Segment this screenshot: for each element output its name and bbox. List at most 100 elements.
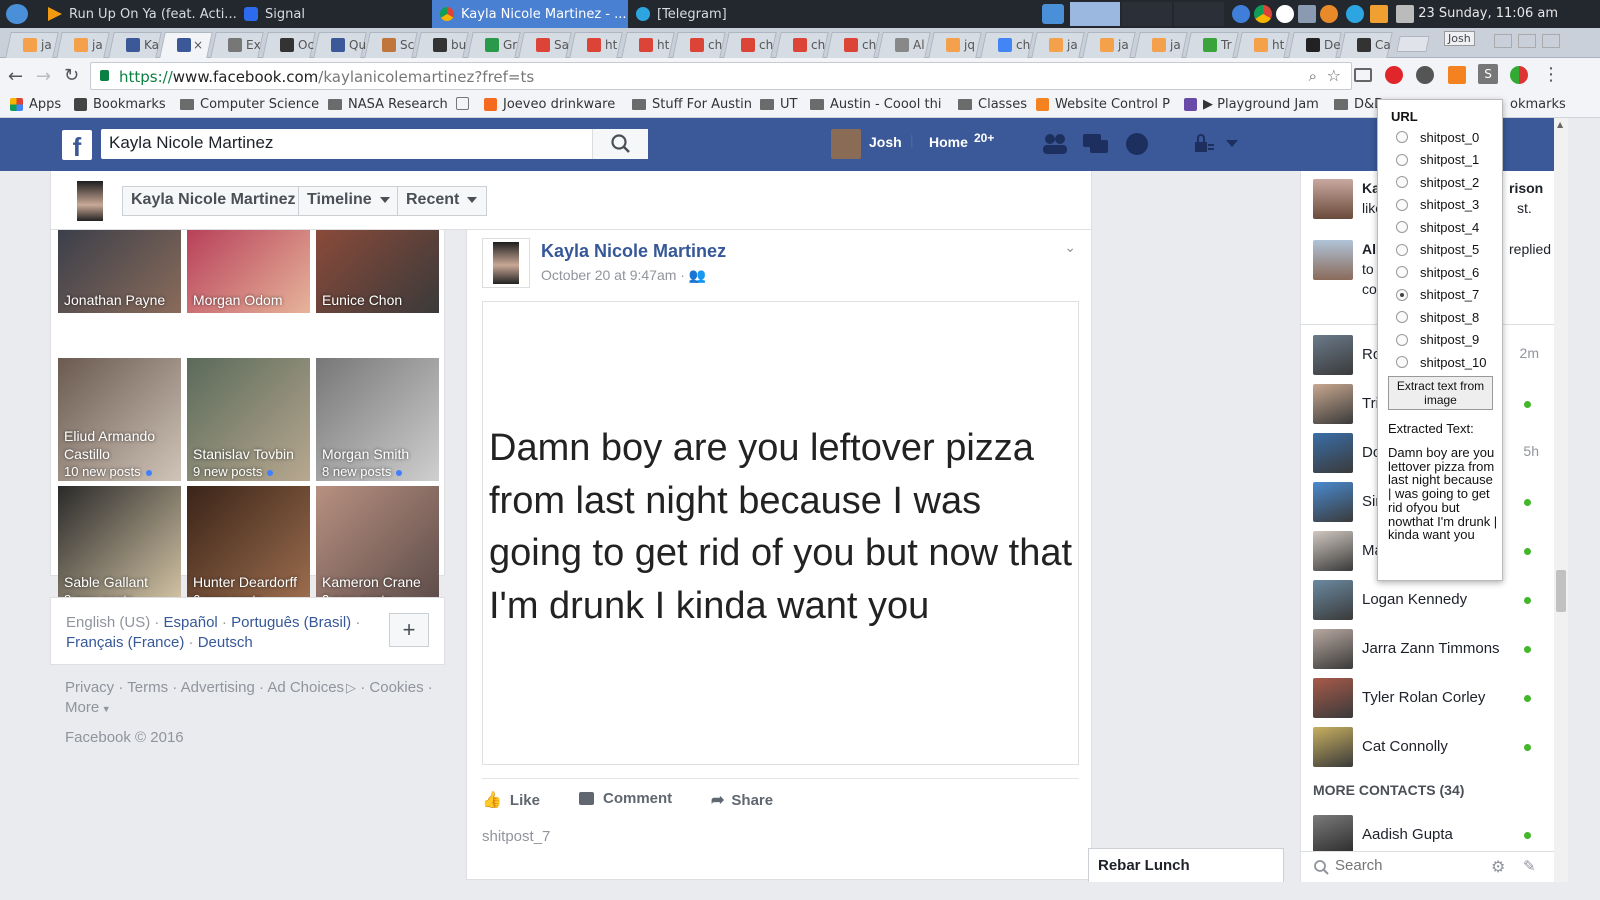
blogger-icon[interactable] <box>1448 66 1466 84</box>
warning-icon[interactable] <box>1370 5 1388 23</box>
messages-icon[interactable] <box>1081 131 1111 157</box>
browser-tab[interactable]: Ex <box>210 32 264 58</box>
back-icon[interactable]: ← <box>8 66 23 87</box>
address-bar[interactable]: https://www.facebook.com/kaylanicolemart… <box>90 62 1352 90</box>
bluetooth-icon[interactable] <box>1232 5 1250 23</box>
profile-button[interactable]: Josh <box>1444 31 1475 46</box>
workspace-2[interactable] <box>1122 2 1172 26</box>
bookmark-item[interactable]: NASA Research <box>328 97 448 112</box>
clock[interactable]: 23 Sunday, 11:06 am <box>1418 6 1558 21</box>
friend-tile[interactable]: Stanislav Tovbin 9 new posts <box>187 358 310 481</box>
browser-tab[interactable]: Ca <box>1339 32 1393 58</box>
home-link[interactable]: Home <box>929 134 968 150</box>
browser-tab[interactable]: ja <box>1082 32 1137 58</box>
url-option[interactable]: shitpost_7 <box>1396 286 1479 304</box>
gear-icon[interactable]: ⚙ <box>1491 857 1505 876</box>
post-options-chevron-icon[interactable]: ⌄ <box>1064 240 1076 256</box>
url-option[interactable]: shitpost_6 <box>1396 263 1479 281</box>
page-scrollbar[interactable]: ▲ <box>1554 118 1568 882</box>
bookmark-item[interactable]: Joeveo drinkware <box>484 97 615 112</box>
menu-logo-icon[interactable] <box>6 4 28 24</box>
scrollbar-thumb[interactable] <box>1556 570 1566 612</box>
comment-button[interactable]: Comment <box>579 790 672 807</box>
bookmark-star-icon[interactable]: ☆ <box>1327 66 1341 85</box>
radio-button[interactable] <box>1396 198 1408 211</box>
volume-icon[interactable] <box>1396 5 1414 23</box>
radio-button[interactable] <box>1396 221 1408 233</box>
post-image[interactable]: Damn boy are you leftover pizza from las… <box>482 301 1079 765</box>
post-author[interactable]: Kayla Nicole Martinez <box>541 241 726 262</box>
footer-link-adchoices[interactable]: Ad Choices <box>267 679 344 696</box>
browser-tab[interactable]: bu <box>415 32 470 58</box>
footer-link-more[interactable]: More <box>65 699 99 716</box>
breadcrumb-name[interactable]: Kayla Nicole Martinez <box>122 186 304 216</box>
new-tab-button[interactable] <box>1396 36 1430 52</box>
extension-2-icon[interactable] <box>1510 66 1528 84</box>
signal-strength-icon[interactable] <box>1298 5 1316 23</box>
chrome-tray-icon[interactable] <box>1254 5 1272 23</box>
task-music[interactable]: Run Up On Ya (feat. Acti... <box>40 0 236 28</box>
language-link-es[interactable]: Español <box>164 614 218 631</box>
profile-thumbnail[interactable] <box>77 181 103 221</box>
close-tab-icon[interactable]: × <box>193 38 203 52</box>
forward-icon[interactable]: → <box>36 66 51 87</box>
browser-tab[interactable]: ja <box>1133 32 1188 58</box>
radio-button[interactable] <box>1396 176 1408 188</box>
browser-tab[interactable]: Tr <box>1185 32 1239 58</box>
radio-button[interactable] <box>1396 288 1408 301</box>
maximize-button[interactable] <box>1518 34 1536 48</box>
language-link-fr[interactable]: Français (France) <box>66 634 184 651</box>
add-language-button[interactable]: + <box>389 613 429 647</box>
user-name-link[interactable]: Josh <box>869 134 902 150</box>
radio-button[interactable] <box>1396 266 1408 278</box>
bookmark-item[interactable]: okmarks <box>1510 97 1566 112</box>
browser-tab[interactable]: Sa <box>518 32 572 58</box>
radio-button[interactable] <box>1396 243 1408 256</box>
chat-contact[interactable]: Cat Connolly <box>1313 727 1553 767</box>
browser-tab[interactable]: ja <box>1031 32 1085 58</box>
url-option[interactable]: shitpost_8 <box>1396 308 1479 326</box>
opera-icon[interactable] <box>1385 66 1403 84</box>
bookmark-item[interactable]: UT <box>760 97 797 112</box>
facebook-search-input[interactable] <box>101 129 591 157</box>
reload-icon[interactable]: ↻ <box>64 65 79 86</box>
friend-tile[interactable]: Morgan Smith 8 new posts <box>316 358 439 481</box>
url-option[interactable]: shitpost_10 <box>1396 353 1487 371</box>
bookmark-item[interactable] <box>456 97 475 110</box>
account-menu-icon[interactable] <box>1226 140 1238 147</box>
scroll-up-icon[interactable]: ▲ <box>1557 120 1563 129</box>
url-option[interactable]: shitpost_0 <box>1396 128 1479 146</box>
browser-tab[interactable]: De <box>1287 32 1342 58</box>
friends-audience-icon[interactable]: 👥 <box>689 267 706 283</box>
workspace-1[interactable] <box>1070 2 1120 26</box>
browser-tab[interactable]: ja <box>56 32 111 58</box>
browser-tab[interactable]: ch <box>672 32 726 58</box>
blender-icon[interactable] <box>1320 5 1338 23</box>
browser-tab[interactable]: Oc <box>261 32 316 58</box>
friend-tile[interactable]: Sable Gallant8 new posts <box>58 486 181 609</box>
zoom-icon[interactable]: ⌕ <box>1309 67 1317 85</box>
browser-tab[interactable]: Ka <box>107 32 162 58</box>
notifications-globe-icon[interactable] <box>1124 131 1150 157</box>
share-button[interactable]: ➦ Share <box>711 790 773 810</box>
friend-tile[interactable]: Hunter Deardorff6 new posts <box>187 486 310 609</box>
browser-tab[interactable]: ch <box>979 32 1034 58</box>
facebook-logo[interactable]: f <box>62 130 92 162</box>
friend-tile[interactable]: Kameron Crane3 new posts <box>316 486 439 609</box>
url-option[interactable]: shitpost_9 <box>1396 331 1479 349</box>
post-author-avatar[interactable] <box>482 238 530 288</box>
bookmark-item[interactable]: Stuff For Austin <box>632 97 752 112</box>
url-option[interactable]: shitpost_1 <box>1396 151 1479 169</box>
bookmark-item[interactable]: Website Control P <box>1036 97 1170 112</box>
new-message-icon[interactable]: ✎ <box>1523 857 1536 875</box>
bookmark-item[interactable]: Classes <box>958 97 1027 112</box>
friend-tile[interactable]: Jonathan Payne <box>58 230 181 313</box>
friend-tile[interactable]: Eunice Chon <box>316 230 439 313</box>
privacy-lock-icon[interactable] <box>1192 133 1216 155</box>
bookmark-item[interactable]: Apps <box>10 97 61 112</box>
cast-icon[interactable] <box>1354 68 1372 82</box>
footer-link-advertising[interactable]: Advertising <box>181 679 255 696</box>
browser-tab[interactable]: ht <box>620 32 675 58</box>
browser-tab[interactable]: ch <box>826 32 880 58</box>
browser-tab[interactable]: × <box>159 32 213 58</box>
